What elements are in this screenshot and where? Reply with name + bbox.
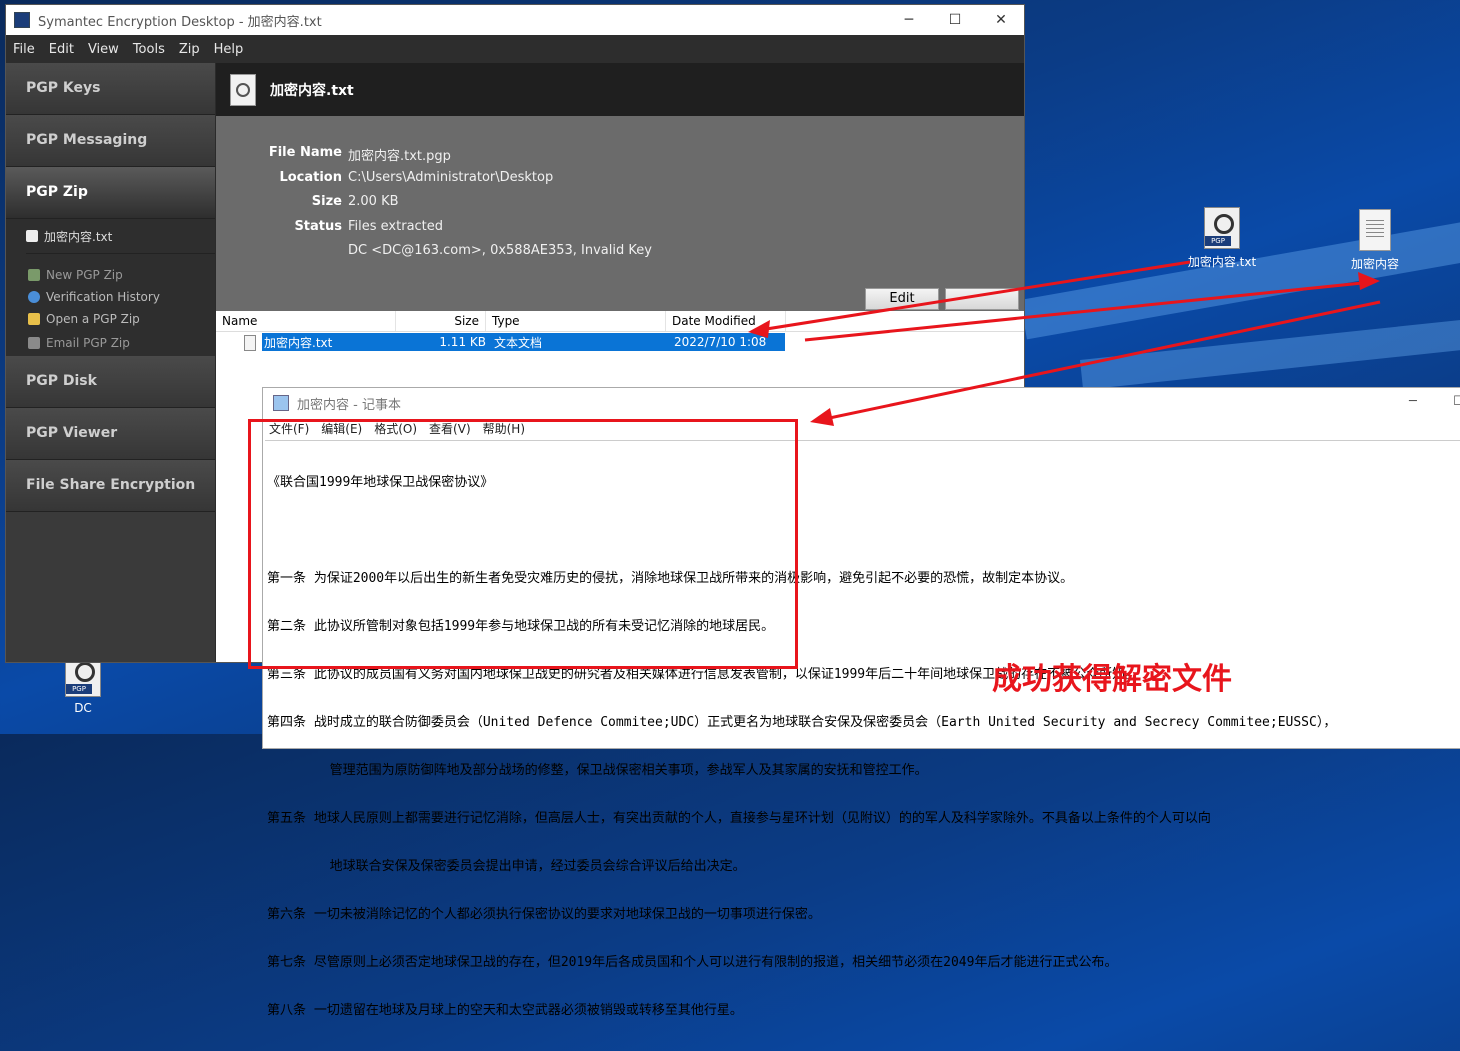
text-line: 第七条 尽管原则上必须否定地球保卫战的存在，但2019年后各成员国和个人可以进行… (267, 955, 1118, 970)
arrowhead (1358, 272, 1380, 290)
success-annotation: 成功获得解密文件 (992, 662, 1232, 697)
arrow-line (819, 300, 1381, 422)
text-line: 地球联合安保及保密委员会提出申请，经过委员会综合评议后给出决定。 (267, 859, 746, 874)
text-line: 管理范围为原防御阵地及部分战场的修整，保卫战保密相关事项，参战军人及其家属的安抚… (267, 763, 928, 778)
text-line: 第五条 地球人民原则上都需要进行记忆消除，但高层人士，有突出贡献的个人，直接参与… (267, 811, 1211, 826)
arrowhead (748, 320, 770, 338)
arrowhead (810, 408, 834, 426)
text-line: 第六条 一切未被消除记忆的个人都必须执行保密协议的要求对地球保卫战的一切事项进行… (267, 907, 821, 922)
arrow-line (759, 260, 1191, 332)
arrow-line (804, 280, 1373, 342)
text-line: 第八条 一切遗留在地球及月球上的空天和太空武器必须被销毁或转移至其他行星。 (267, 1003, 743, 1018)
annotation-arrows (748, 260, 1381, 426)
